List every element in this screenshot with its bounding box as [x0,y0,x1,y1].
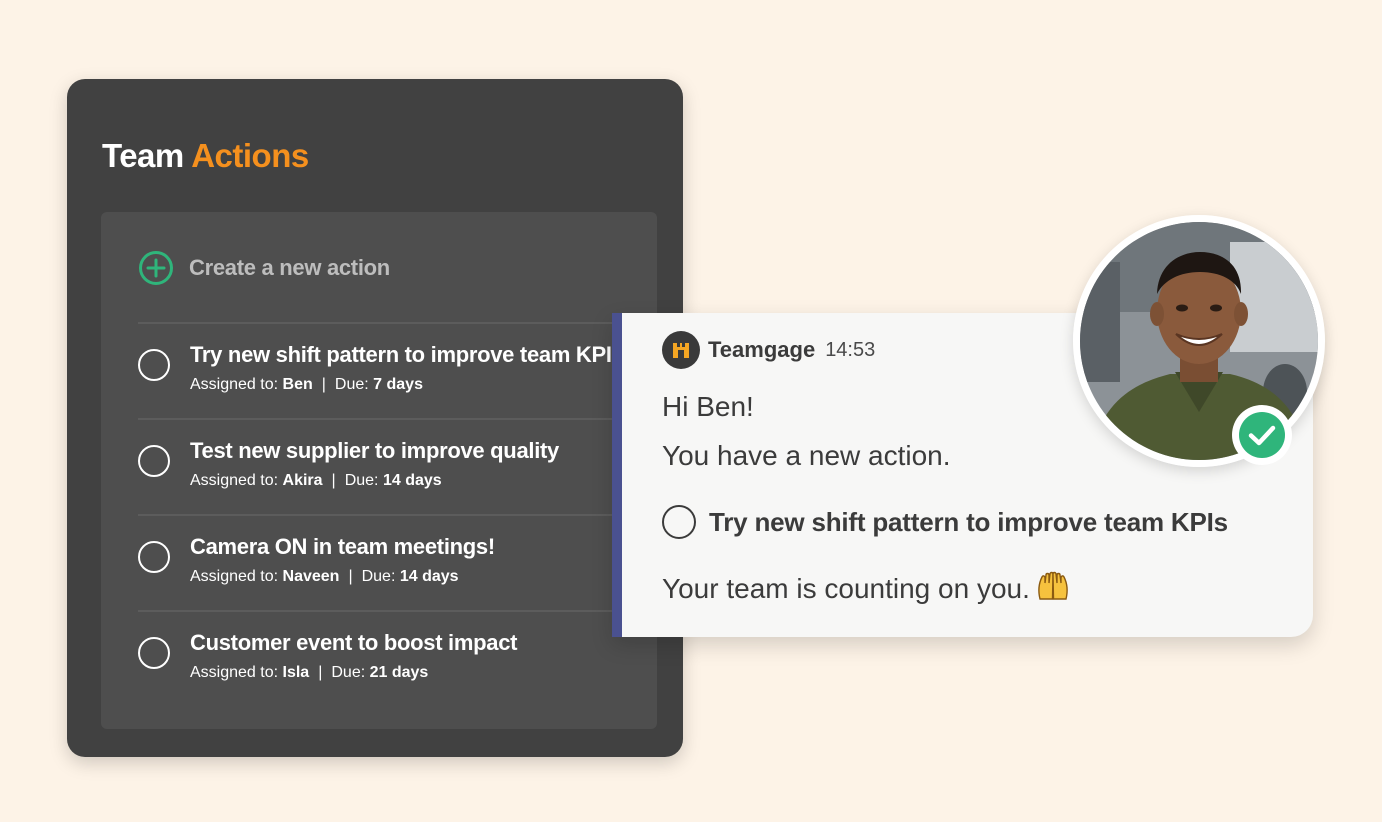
assigned-label: Assigned to: [190,664,279,681]
create-action-button[interactable]: Create a new action [138,250,390,286]
team-actions-panel: Team Actions Create a new action Try new… [67,79,683,757]
action-item[interactable]: Customer event to boost impact Assigned … [138,610,657,706]
action-meta: Assigned to: Ben | Due: 7 days [190,376,423,394]
notification-header: Teamgage 14:53 [662,331,875,369]
app-name: Teamgage [708,337,816,362]
task-title: Try new shift pattern to improve team KP… [709,506,1228,537]
action-title: Camera ON in team meetings! [190,534,495,559]
create-action-label: Create a new action [189,255,390,280]
action-meta: Assigned to: Akira | Due: 14 days [190,472,442,490]
due-value: 7 days [373,376,423,393]
due-label: Due: [334,376,369,393]
due-value: 14 days [399,568,459,585]
assigned-label: Assigned to: [190,472,279,489]
meta-separator: | [331,472,336,489]
actions-card: Create a new action Try new shift patter… [101,212,657,729]
assignee-name: Isla [282,664,310,681]
due-value: 14 days [382,472,442,489]
footer-text: Your team is counting on you. [662,573,1030,604]
action-meta: Assigned to: Naveen | Due: 14 days [190,568,459,586]
notification-task[interactable]: Try new shift pattern to improve team KP… [662,505,1228,539]
assigned-label: Assigned to: [190,376,279,393]
action-checkbox[interactable] [138,541,170,573]
notification-message: You have a new action. [662,440,951,471]
task-checkbox[interactable] [662,505,696,539]
assignee-name: Akira [282,472,323,489]
notification-greeting: Hi Ben! [662,391,754,422]
action-item[interactable]: Try new shift pattern to improve team KP… [138,322,657,418]
assignee-name: Naveen [282,568,340,585]
action-meta: Assigned to: Isla | Due: 21 days [190,664,428,682]
meta-separator: | [321,376,326,393]
action-item[interactable]: Camera ON in team meetings! Assigned to:… [138,514,657,610]
action-title: Test new supplier to improve quality [190,438,559,463]
plus-circle-icon [139,251,173,285]
notification-footer: Your team is counting on you. [662,571,1070,605]
raised-hands-icon [1038,571,1068,600]
notification-time: 14:53 [825,338,876,361]
action-title: Try new shift pattern to improve team KP… [190,342,624,367]
action-item[interactable]: Test new supplier to improve quality Ass… [138,418,657,514]
action-checkbox[interactable] [138,349,170,381]
action-checkbox[interactable] [138,445,170,477]
teamgage-logo-icon [662,331,700,369]
due-value: 21 days [369,664,429,681]
action-checkbox[interactable] [138,637,170,669]
due-label: Due: [344,472,379,489]
due-label: Due: [331,664,366,681]
action-title: Customer event to boost impact [190,630,518,655]
check-circle-icon [1232,405,1292,465]
due-label: Due: [361,568,396,585]
meta-separator: | [318,664,323,681]
action-list: Try new shift pattern to improve team KP… [138,322,657,706]
assigned-label: Assigned to: [190,568,279,585]
assignee-name: Ben [282,376,313,393]
panel-title-team: Team [102,137,184,174]
panel-title: Team Actions [102,137,309,175]
meta-separator: | [348,568,353,585]
panel-title-actions: Actions [191,137,309,174]
